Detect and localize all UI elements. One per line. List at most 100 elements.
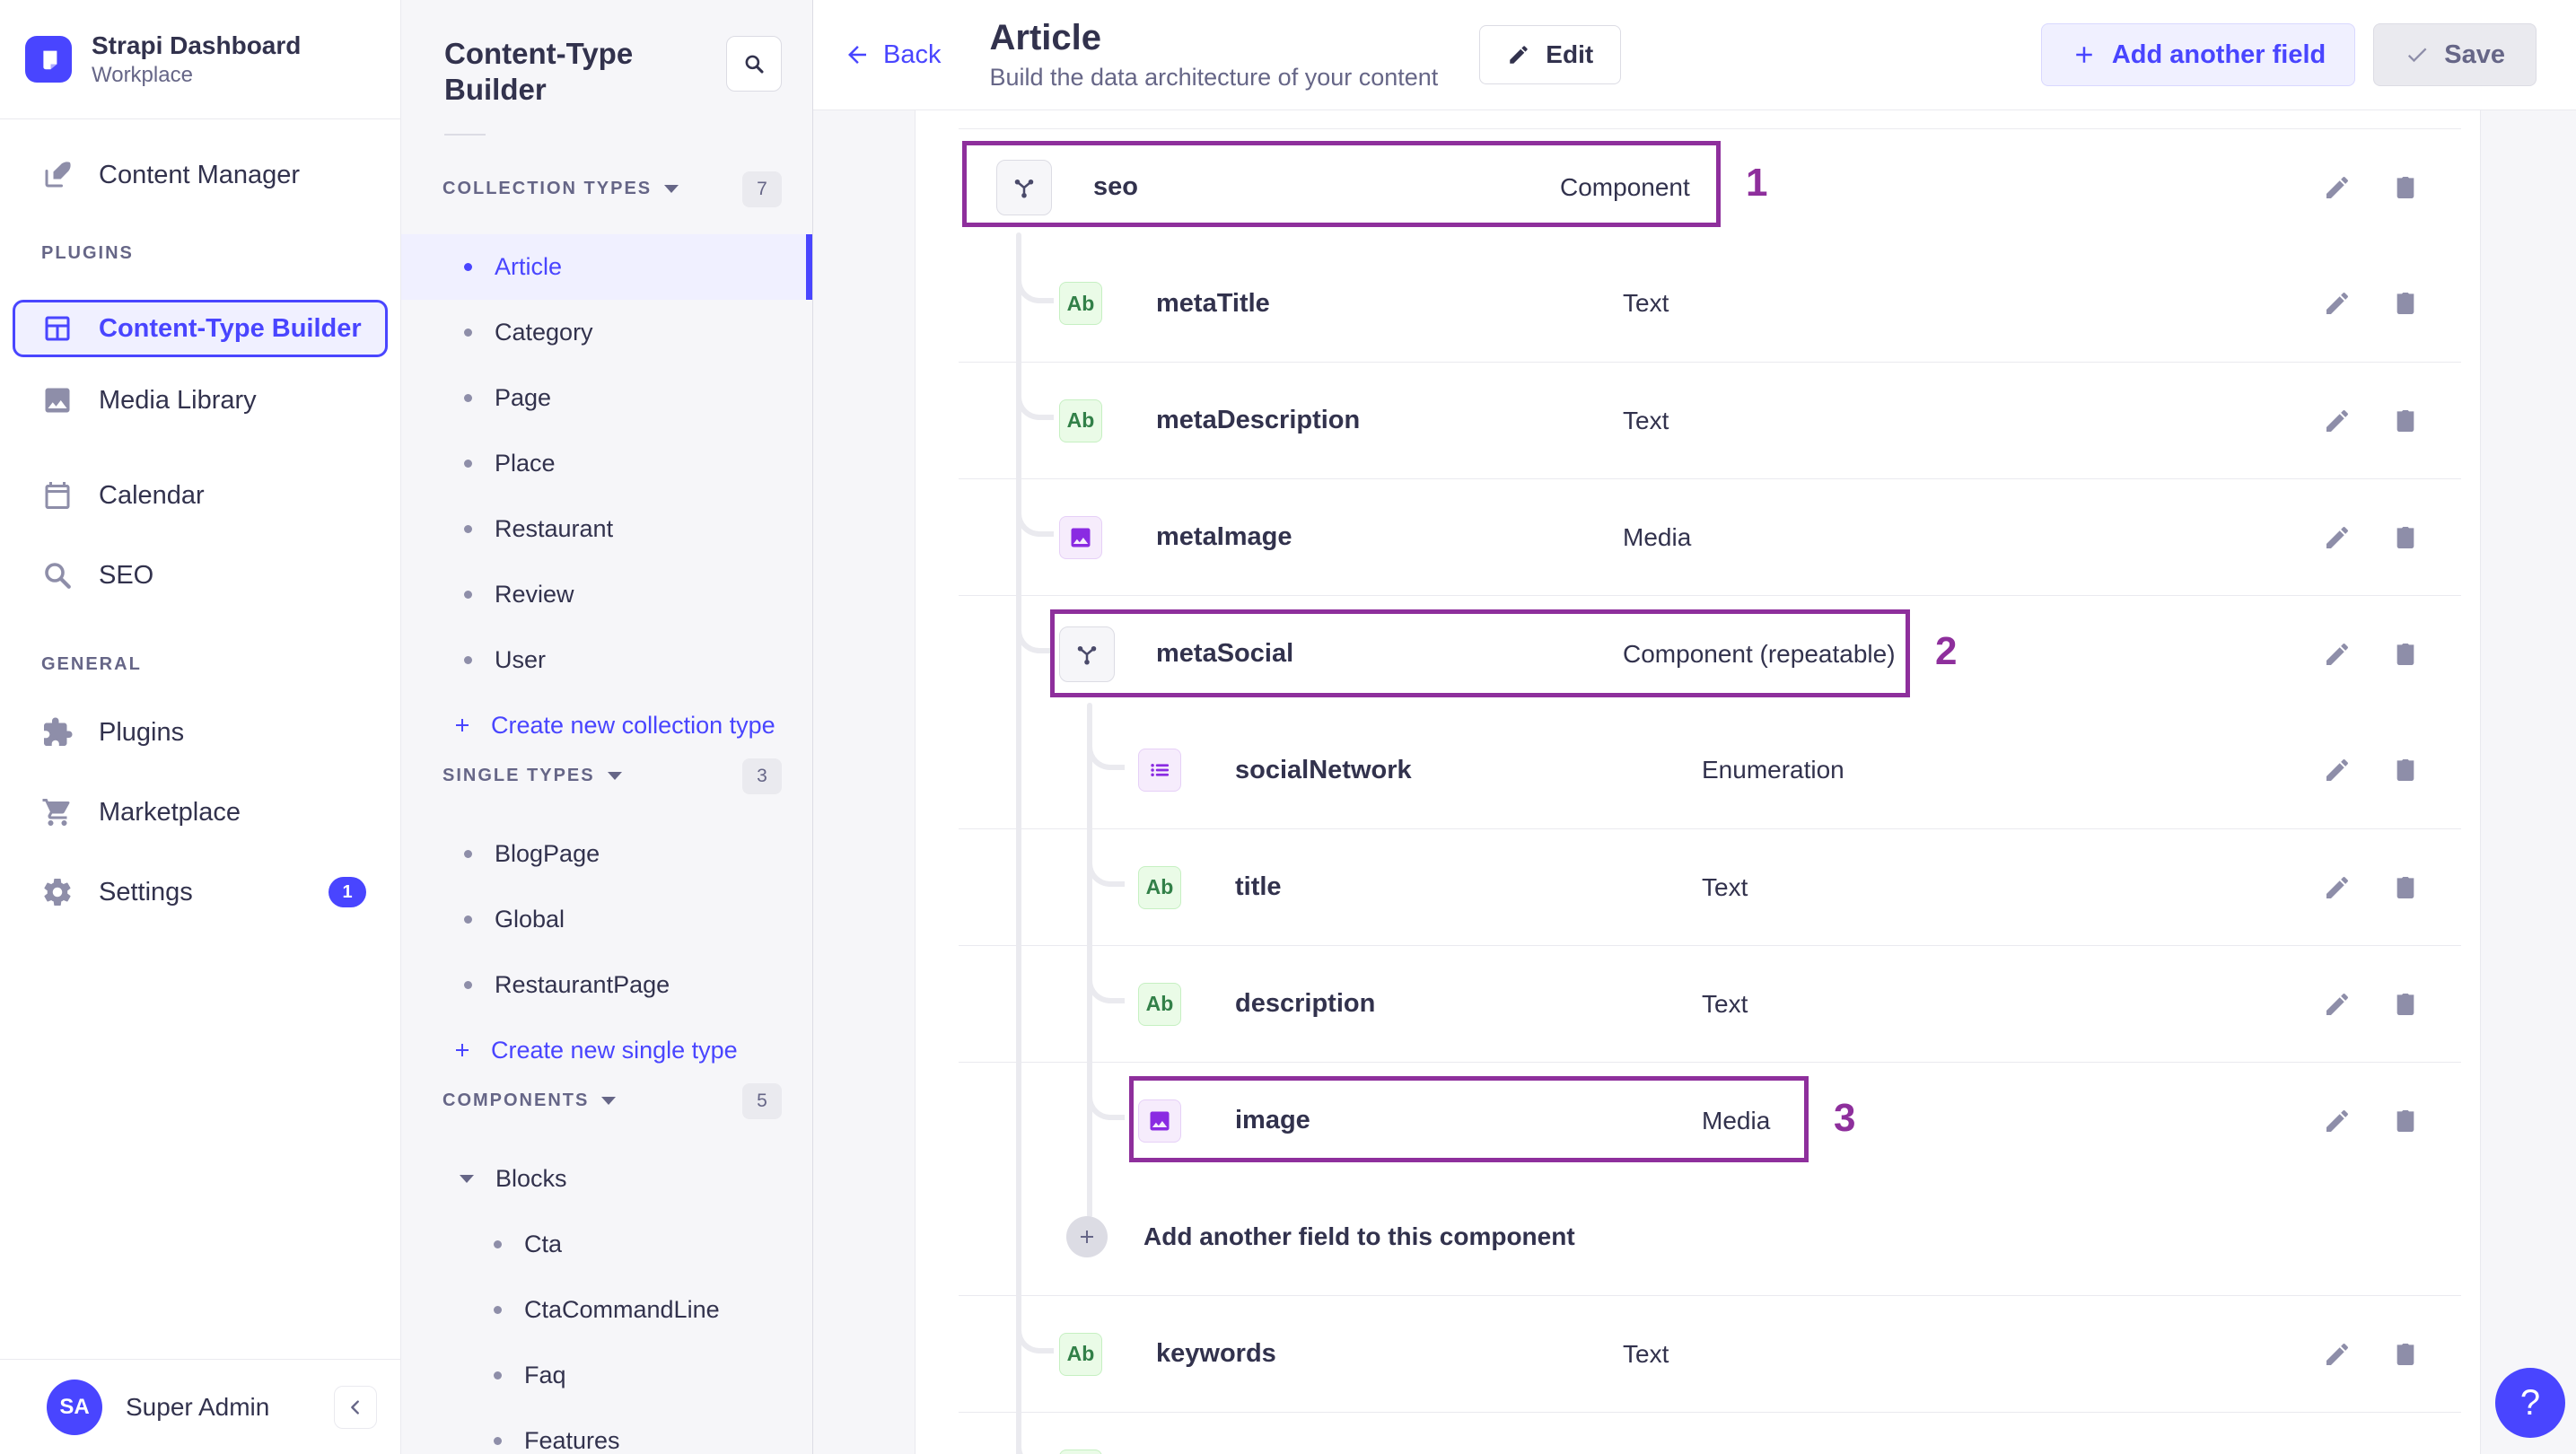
component-item-ctacommandline[interactable]: CtaCommandLine <box>401 1277 812 1343</box>
edit-field-button[interactable] <box>2323 640 2352 669</box>
single-types-header[interactable]: SINGLE TYPES 3 <box>401 758 812 794</box>
field-row-description: Ab description Text <box>959 945 2461 1062</box>
type-item-blogpage[interactable]: BlogPage <box>401 821 812 887</box>
content-type-builder-panel: Content-Type Builder COLLECTION TYPES 7 … <box>401 0 813 1454</box>
sidebar-item-settings[interactable]: Settings 1 <box>0 869 400 915</box>
type-item-review[interactable]: Review <box>401 562 812 627</box>
component-item-label: Features <box>524 1426 620 1454</box>
sidebar-item-calendar[interactable]: Calendar <box>0 472 400 519</box>
field-type: Enumeration <box>1702 756 1844 784</box>
delete-field-button[interactable] <box>2391 756 2420 784</box>
field-row-keywords: Ab keywords Text <box>959 1295 2461 1412</box>
field-row-seo: seo Component <box>959 128 2461 245</box>
save-label: Save <box>2444 39 2505 69</box>
components-list: Blocks Cta CtaCommandLine Faq Features <box>401 1146 812 1454</box>
sidebar-item-plugins[interactable]: Plugins <box>0 709 400 756</box>
single-types-list: BlogPage Global RestaurantPage Create ne… <box>401 821 812 1083</box>
edit-field-button[interactable] <box>2323 407 2352 435</box>
delete-field-button[interactable] <box>2391 523 2420 552</box>
edit-field-button[interactable] <box>2323 289 2352 318</box>
create-single-type-label: Create new single type <box>491 1036 738 1064</box>
field-type: Media <box>1623 522 1692 551</box>
field-row-socialnetwork: socialNetwork Enumeration <box>959 712 2461 828</box>
type-item-label: Restaurant <box>495 514 614 542</box>
sidebar-item-label: Media Library <box>99 385 257 415</box>
sidebar-item-content-type-builder[interactable]: Content-Type Builder <box>13 300 388 357</box>
component-item-features[interactable]: Features <box>401 1408 812 1454</box>
field-row-metasocial: metaSocial Component (repeatable) <box>959 595 2461 712</box>
delete-field-button[interactable] <box>2391 1340 2420 1369</box>
component-item-cta[interactable]: Cta <box>401 1212 812 1277</box>
component-group-label: Blocks <box>495 1164 567 1192</box>
field-type: Media <box>1702 1106 1771 1134</box>
create-single-type-link[interactable]: Create new single type <box>401 1018 743 1083</box>
type-item-page[interactable]: Page <box>401 365 812 431</box>
type-item-label: Global <box>495 905 565 933</box>
type-item-user[interactable]: User <box>401 627 812 693</box>
field-name: keywords <box>1156 1339 1276 1368</box>
sidebar-item-content-manager[interactable]: Content Manager <box>0 152 400 198</box>
collapse-sidebar-button[interactable] <box>334 1385 377 1429</box>
type-item-restaurantpage[interactable]: RestaurantPage <box>401 952 812 1018</box>
back-button[interactable]: Back <box>838 39 946 71</box>
type-item-label: BlogPage <box>495 839 600 867</box>
bullet-icon <box>494 1371 502 1380</box>
text-field-icon: Ab <box>1059 1332 1102 1376</box>
delete-field-button[interactable] <box>2391 640 2420 669</box>
edit-field-button[interactable] <box>2323 1340 2352 1369</box>
search-button[interactable] <box>726 36 782 92</box>
type-item-restaurant[interactable]: Restaurant <box>401 496 812 562</box>
components-header[interactable]: COMPONENTS 5 <box>401 1082 812 1119</box>
bullet-icon <box>464 915 472 924</box>
sidebar-nav: Content Manager PLUGINS Content-Type Bui… <box>0 119 400 915</box>
delete-field-button[interactable] <box>2391 873 2420 902</box>
delete-field-button[interactable] <box>2391 289 2420 318</box>
edit-field-button[interactable] <box>2323 873 2352 902</box>
field-name: metaSocial <box>1156 639 1294 668</box>
back-label: Back <box>883 39 942 69</box>
sidebar-item-media-library[interactable]: Media Library <box>0 377 400 424</box>
bullet-icon <box>464 590 472 599</box>
delete-field-button[interactable] <box>2391 407 2420 435</box>
component-group-blocks[interactable]: Blocks <box>401 1146 812 1212</box>
single-types-label: SINGLE TYPES <box>442 766 595 785</box>
help-button[interactable]: ? <box>2495 1368 2565 1438</box>
collection-types-list: Article Category Page Place Restaurant R… <box>401 233 812 758</box>
add-field-to-component-row[interactable]: Add another field to this component <box>959 1178 2461 1295</box>
collection-types-count: 7 <box>742 171 782 207</box>
edit-field-button[interactable] <box>2323 756 2352 784</box>
bullet-icon <box>464 980 472 989</box>
edit-field-button[interactable] <box>2323 523 2352 552</box>
edit-field-button[interactable] <box>2323 173 2352 202</box>
field-type: Component (repeatable) <box>1623 639 1896 668</box>
collection-types-header[interactable]: COLLECTION TYPES 7 <box>401 171 812 207</box>
edit-field-button[interactable] <box>2323 990 2352 1019</box>
field-type: Text <box>1623 406 1669 434</box>
field-name: metaImage <box>1156 522 1292 551</box>
type-item-place[interactable]: Place <box>401 431 812 496</box>
type-item-global[interactable]: Global <box>401 887 812 952</box>
brand-header[interactable]: Strapi Dashboard Workplace <box>0 0 400 119</box>
save-button[interactable]: Save <box>2373 23 2537 86</box>
delete-field-button[interactable] <box>2391 990 2420 1019</box>
single-types-count: 3 <box>742 758 782 794</box>
sidebar-item-marketplace[interactable]: Marketplace <box>0 789 400 836</box>
edit-button[interactable]: Edit <box>1479 25 1622 84</box>
add-another-field-button[interactable]: Add another field <box>2040 23 2356 86</box>
avatar[interactable]: SA <box>47 1379 102 1435</box>
component-item-faq[interactable]: Faq <box>401 1343 812 1408</box>
create-collection-type-link[interactable]: Create new collection type <box>401 693 781 758</box>
edit-field-button[interactable] <box>2323 1107 2352 1135</box>
delete-field-button[interactable] <box>2391 1107 2420 1135</box>
type-item-label: RestaurantPage <box>495 970 670 998</box>
type-item-article[interactable]: Article <box>401 233 812 300</box>
sidebar-item-seo[interactable]: SEO <box>0 552 400 599</box>
settings-notification-badge: 1 <box>329 877 366 907</box>
type-item-category[interactable]: Category <box>401 300 812 365</box>
sidebar-item-label: Plugins <box>99 717 185 747</box>
feather-pen-icon <box>41 159 74 191</box>
delete-field-button[interactable] <box>2391 173 2420 202</box>
sidebar-item-label: Content Manager <box>99 160 301 189</box>
component-item-label: Cta <box>524 1230 563 1257</box>
field-row-metadescription: Ab metaDescription Text <box>959 362 2461 478</box>
